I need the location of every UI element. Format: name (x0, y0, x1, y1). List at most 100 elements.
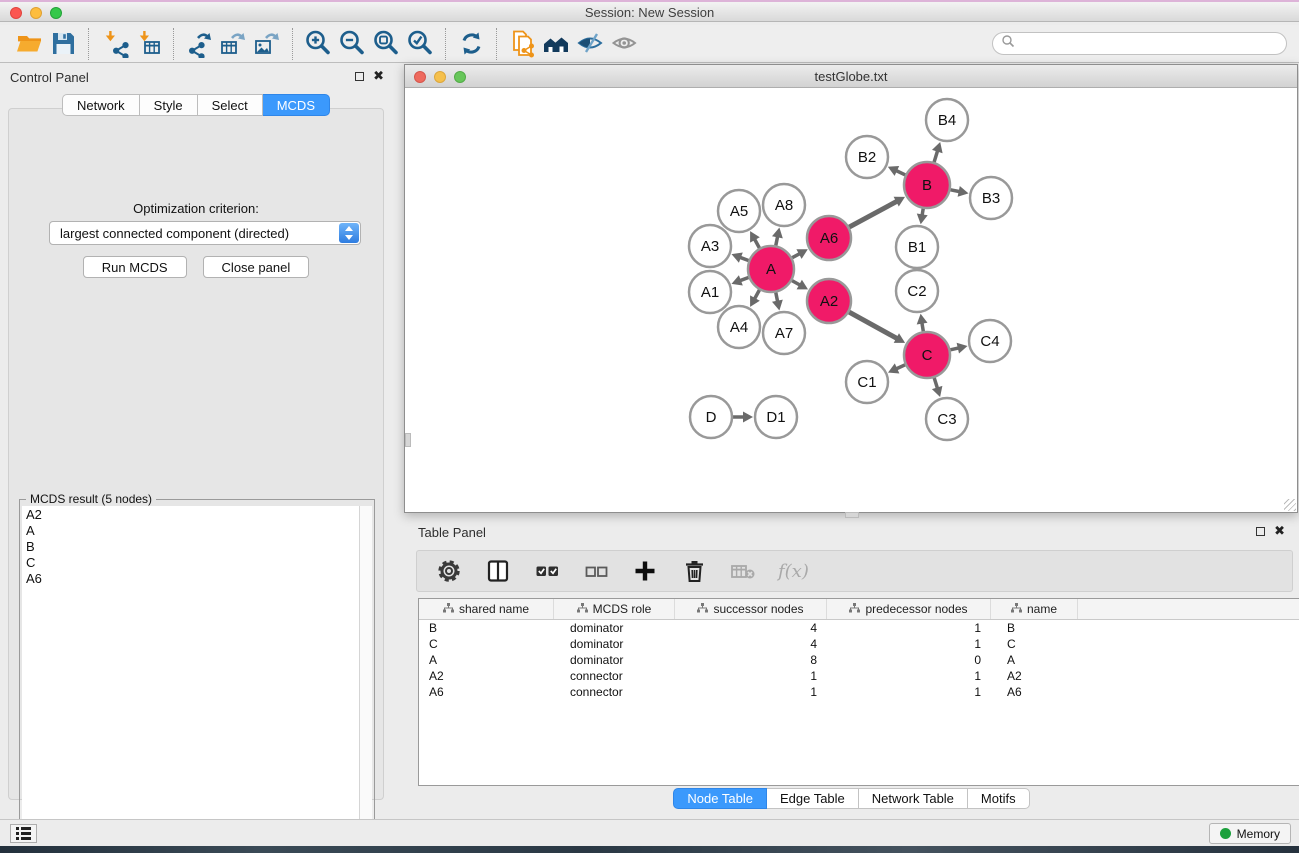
graph-node-A8[interactable]: A8 (763, 184, 805, 226)
open-file-icon[interactable] (12, 28, 46, 60)
graph-node-B[interactable]: B (904, 162, 950, 208)
table-row[interactable]: Adominator80A (419, 652, 1299, 668)
svg-text:B1: B1 (908, 239, 926, 256)
zoom-in-icon[interactable] (301, 28, 335, 60)
graph-node-A7[interactable]: A7 (763, 312, 805, 354)
tab-node-table[interactable]: Node Table (673, 788, 767, 809)
float-table-panel-icon[interactable] (1256, 527, 1265, 536)
graph-node-C4[interactable]: C4 (969, 320, 1011, 362)
run-mcds-button[interactable]: Run MCDS (83, 256, 187, 278)
tab-network-table[interactable]: Network Table (859, 788, 968, 809)
settings-gear-icon[interactable] (435, 556, 464, 586)
table-panel: Table Panel ✖ f(x) shared nameMCDS roles… (404, 520, 1299, 815)
tab-edge-table[interactable]: Edge Table (767, 788, 859, 809)
mcds-result-item[interactable]: C (22, 554, 359, 570)
export-network-icon[interactable] (182, 28, 216, 60)
float-panel-icon[interactable] (355, 72, 364, 81)
svg-text:A7: A7 (775, 325, 793, 342)
cell-predecessor-nodes: 1 (827, 684, 991, 700)
window-resize-grip[interactable] (1284, 499, 1296, 511)
tab-select[interactable]: Select (198, 94, 263, 116)
criterion-dropdown[interactable]: largest connected component (directed) (49, 221, 361, 245)
close-table-panel-icon[interactable]: ✖ (1274, 526, 1285, 536)
tab-mcds[interactable]: MCDS (263, 94, 330, 116)
network-canvas[interactable]: B4 B2 B B3 A5 A8 A6 A3 B1 A A1 C2 A2 A4 A7 C C4 C1 C3 D D1 (405, 88, 1297, 512)
table-row[interactable]: A2connector11A2 (419, 668, 1299, 684)
table-row[interactable]: Bdominator41B (419, 620, 1299, 636)
tab-style[interactable]: Style (140, 94, 198, 116)
table-row[interactable]: A6connector11A6 (419, 684, 1299, 700)
column-header-predecessor-nodes[interactable]: predecessor nodes (827, 599, 991, 619)
graph-node-A[interactable]: A (748, 246, 794, 292)
close-panel-icon[interactable]: ✖ (373, 71, 384, 81)
graph-node-D1[interactable]: D1 (755, 396, 797, 438)
tab-motifs[interactable]: Motifs (968, 788, 1030, 809)
eye-icon[interactable] (607, 28, 641, 60)
zoom-selected-icon[interactable] (403, 28, 437, 60)
new-session-icon[interactable] (505, 28, 539, 60)
graph-node-C3[interactable]: C3 (926, 398, 968, 440)
delete-table-icon[interactable] (729, 556, 758, 586)
import-network-icon[interactable] (97, 28, 131, 60)
graph-node-B1[interactable]: B1 (896, 226, 938, 268)
column-header-empty (1078, 599, 1299, 619)
graph-node-C[interactable]: C (904, 332, 950, 378)
export-table-icon[interactable] (216, 28, 250, 60)
column-icon[interactable] (484, 556, 513, 586)
zoom-out-icon[interactable] (335, 28, 369, 60)
mcds-result-item[interactable]: A2 (22, 506, 359, 522)
mcds-result-item[interactable]: A (22, 522, 359, 538)
mcds-result-list[interactable]: A2ABCA6 (22, 506, 359, 832)
select-all-icon[interactable] (533, 556, 562, 586)
svg-text:B4: B4 (938, 112, 956, 129)
cell-predecessor-nodes: 1 (827, 620, 991, 636)
cell-successor-nodes: 1 (675, 684, 827, 700)
graph-node-A5[interactable]: A5 (718, 190, 760, 232)
delete-icon[interactable] (680, 556, 709, 586)
graph-node-A1[interactable]: A1 (689, 271, 731, 313)
import-table-icon[interactable] (131, 28, 165, 60)
graph-node-A6[interactable]: A6 (807, 216, 851, 260)
column-header-shared-name[interactable]: shared name (419, 599, 554, 619)
graph-node-A3[interactable]: A3 (689, 225, 731, 267)
column-header-name[interactable]: name (991, 599, 1078, 619)
graph-node-B4[interactable]: B4 (926, 99, 968, 141)
mcds-result-item[interactable]: A6 (22, 570, 359, 586)
svg-text:A5: A5 (730, 203, 748, 220)
table-row[interactable]: Cdominator41C (419, 636, 1299, 652)
mcds-result-item[interactable]: B (22, 538, 359, 554)
graph-node-B2[interactable]: B2 (846, 136, 888, 178)
home-icon[interactable] (539, 28, 573, 60)
cell-name: C (991, 636, 1078, 652)
svg-text:A2: A2 (820, 293, 838, 310)
graph-node-D[interactable]: D (690, 396, 732, 438)
deselect-all-icon[interactable] (582, 556, 611, 586)
refresh-icon[interactable] (454, 28, 488, 60)
close-panel-button[interactable]: Close panel (203, 256, 310, 278)
cell-predecessor-nodes: 0 (827, 652, 991, 668)
column-header-MCDS-role[interactable]: MCDS role (554, 599, 675, 619)
graph-node-B3[interactable]: B3 (970, 177, 1012, 219)
search-field[interactable] (992, 32, 1287, 55)
canvas-vertical-scroll-thumb[interactable] (405, 433, 411, 447)
graph-node-A4[interactable]: A4 (718, 306, 760, 348)
style-visibility-icon[interactable] (573, 28, 607, 60)
control-panel-title: Control Panel (10, 70, 89, 85)
result-scrollbar[interactable] (359, 506, 372, 832)
graph-node-C2[interactable]: C2 (896, 270, 938, 312)
column-header-successor-nodes[interactable]: successor nodes (675, 599, 827, 619)
task-history-button[interactable] (10, 824, 37, 843)
mcds-result-title: MCDS result (5 nodes) (26, 492, 156, 506)
tab-network[interactable]: Network (62, 94, 140, 116)
svg-text:A8: A8 (775, 197, 793, 214)
memory-button[interactable]: Memory (1209, 823, 1291, 844)
export-image-icon[interactable] (250, 28, 284, 60)
zoom-fit-icon[interactable] (369, 28, 403, 60)
function-builder-icon[interactable]: f(x) (778, 556, 809, 586)
canvas-horizontal-scroll-thumb[interactable] (845, 512, 859, 518)
graph-node-C1[interactable]: C1 (846, 361, 888, 403)
graph-node-A2[interactable]: A2 (807, 279, 851, 323)
save-session-icon[interactable] (46, 28, 80, 60)
table-tabs: Node TableEdge TableNetwork TableMotifs (404, 788, 1299, 809)
add-icon[interactable] (631, 556, 660, 586)
